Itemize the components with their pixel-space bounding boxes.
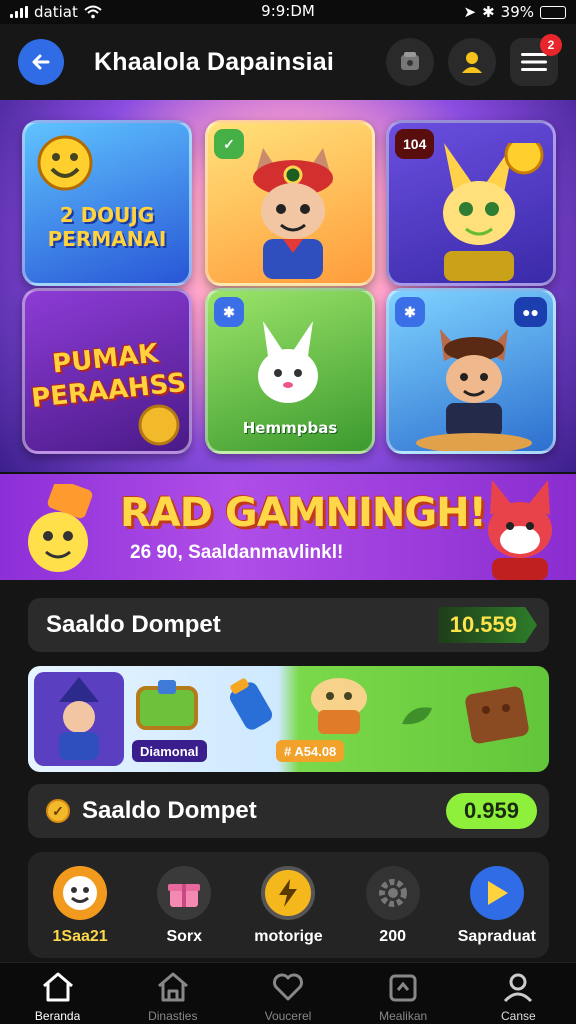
game-title: Hemmpbas <box>242 419 338 437</box>
play-icon <box>469 866 524 920</box>
menu-button[interactable]: 2 <box>510 34 562 86</box>
status-bar: datiat 9:9:DM ➤ ✱ 39% <box>0 0 576 24</box>
notification-badge: 2 <box>540 34 562 56</box>
app-header: Khaalola Dapainsiai 2 <box>0 24 576 100</box>
lightning-icon <box>261 866 316 920</box>
nav-item-voucher[interactable]: Voucerel <box>238 971 338 1021</box>
bluetooth-icon: ✱ <box>482 3 495 21</box>
nav-label: Canse <box>501 1009 536 1021</box>
profile-button[interactable] <box>448 38 496 86</box>
wallet-balance-row[interactable]: ✓ Saaldo Dompet 0.959 <box>28 784 549 838</box>
game-tile[interactable]: PUMAK PERAAHSS <box>22 288 192 454</box>
page-title: Khaalola Dapainsiai <box>94 47 334 76</box>
bunny-character-icon <box>443 143 544 281</box>
game-tile[interactable]: ✓ <box>205 120 375 286</box>
strip-tag: # A54.08 <box>276 740 345 762</box>
signal-icon <box>10 6 28 18</box>
coin-icon <box>138 404 180 446</box>
pirate-fox-icon <box>416 329 532 451</box>
battery-percent: 39% <box>500 3 534 21</box>
game-badge: ✱ <box>214 297 244 327</box>
nav-label: Beranda <box>34 1009 81 1021</box>
quick-action[interactable]: 1Saa21 <box>30 866 130 946</box>
nav-label: Mealikan <box>379 1009 428 1021</box>
game-tile[interactable]: 2 DOUJG PERMANAI <box>22 120 192 286</box>
game-title: 2 DOUJG PERMANAI <box>47 203 167 251</box>
fox-adventurer-icon <box>253 148 333 279</box>
carrier-name: datiat <box>34 3 78 21</box>
nav-label: Dinasties <box>148 1009 198 1021</box>
nav-item-home[interactable]: Beranda <box>8 971 108 1021</box>
quick-action-label: motorige <box>254 928 323 945</box>
game-tile[interactable]: ✱ Hemmpbas <box>205 288 375 454</box>
nav-label: Voucerel <box>264 1009 312 1021</box>
wooden-crate-icon <box>465 686 529 744</box>
menu-icon <box>521 53 547 71</box>
gift-icon <box>157 866 212 920</box>
bottom-nav: Beranda Dinasties Voucerel Mealikan Cans… <box>0 962 576 1024</box>
wallet-balance-row[interactable]: Saaldo Dompet 10.559 <box>28 598 549 652</box>
game-grid: 2 DOUJG PERMANAI ✓ 104 PUMAK PERAAHSS ✱ … <box>0 100 576 472</box>
wizard-character-icon <box>34 672 124 766</box>
quick-action[interactable]: Sorx <box>134 866 234 946</box>
clock: 9:9:DM <box>261 2 315 20</box>
user-icon <box>462 52 482 73</box>
game-tile[interactable]: ✱ ●● <box>386 288 556 454</box>
house-icon <box>157 972 188 1002</box>
wallet-amount: 0.959 <box>445 793 537 829</box>
check-coin-icon: ✓ <box>46 799 70 823</box>
bunny-icon <box>258 321 318 403</box>
strip-tag: Diamonal <box>132 740 207 762</box>
quick-action[interactable]: 200 <box>343 866 443 946</box>
location-icon: ➤ <box>463 3 477 21</box>
nav-item-mealikan[interactable]: Mealikan <box>353 971 453 1021</box>
fox-mascot-icon <box>488 480 552 580</box>
game-tile[interactable]: 104 <box>386 120 556 286</box>
quick-action-label: 200 <box>379 928 406 945</box>
gear-icon <box>365 866 420 920</box>
home-icon <box>42 972 73 1002</box>
wallet-section: Saaldo Dompet 10.559 Diamonal # A54.08 ✓… <box>0 580 576 962</box>
promo-subtitle: 26 90, Saaldanmavlinkl! <box>130 542 344 563</box>
featured-games-strip[interactable]: Diamonal # A54.08 <box>28 666 549 772</box>
mascot-left-icon <box>28 484 93 572</box>
promo-banner[interactable]: RAD GAMNINGH! 26 90, Saaldanmavlinkl! <box>0 474 576 580</box>
profile-icon <box>504 973 533 1003</box>
smiley-mascot-icon <box>37 135 93 191</box>
wallet-icon <box>401 52 419 70</box>
back-button[interactable] <box>18 39 64 85</box>
arrow-left-icon <box>32 54 50 70</box>
quick-action-label: Sorx <box>166 928 203 945</box>
quick-action-label: Sapraduat <box>457 928 536 945</box>
bag-icon <box>389 974 417 1002</box>
cupcake-icon <box>311 678 367 734</box>
nav-item-dinasties[interactable]: Dinasties <box>123 971 223 1021</box>
nav-item-profile[interactable]: Canse <box>468 971 568 1021</box>
quick-action[interactable]: Sapraduat <box>447 866 547 946</box>
treasure-block-icon <box>136 680 198 730</box>
wallet-label: Saaldo Dompet <box>82 797 257 824</box>
potion-icon <box>229 678 273 730</box>
quick-actions: 1Saa21 Sorx motorige 200 Sapraduat <box>28 852 549 958</box>
wallet-amount: 10.559 <box>437 607 537 643</box>
quick-action[interactable]: motorige <box>238 866 338 946</box>
promo-title: RAD GAMNINGH! <box>120 490 487 536</box>
smiley-icon <box>53 866 108 920</box>
wallet-label: Saaldo Dompet <box>46 611 221 638</box>
heart-icon <box>272 973 303 1001</box>
battery-icon <box>540 5 566 19</box>
wallet-button[interactable] <box>386 38 434 86</box>
leaf-icon <box>402 707 432 725</box>
quick-action-label: 1Saa21 <box>52 928 108 945</box>
wifi-icon <box>84 5 102 19</box>
